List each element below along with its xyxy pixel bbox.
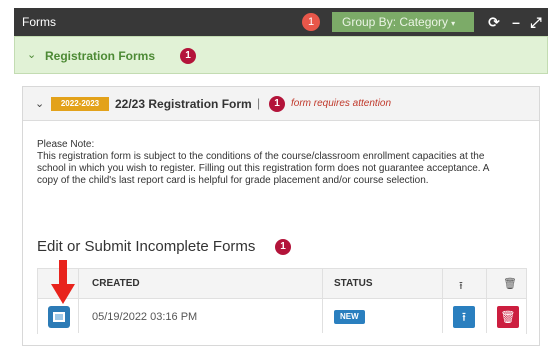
registration-note: Please Note: This registration form is s…	[37, 139, 507, 187]
form-title: 22/23 Registration Form	[115, 97, 252, 111]
group-by-dropdown[interactable]: Group By: Category ▾	[332, 12, 474, 32]
created-column-header[interactable]: CREATED	[92, 278, 140, 289]
trash-icon: 🗑	[500, 310, 516, 324]
expand-icon[interactable]: ⤢	[528, 11, 544, 33]
form-sheet-icon	[53, 312, 65, 322]
attention-text: form requires attention	[291, 98, 392, 109]
column-divider	[322, 269, 323, 333]
edit-form-button[interactable]	[48, 306, 70, 328]
incomplete-forms-table: CREATED STATUS ⭱ 🗑 05/19/2022 03:16 PM N…	[37, 268, 527, 334]
year-tag: 2022-2023	[51, 97, 109, 111]
note-body: This registration form is subject to the…	[37, 151, 489, 186]
status-badge: NEW	[334, 310, 365, 324]
upload-button[interactable]: ⭱	[453, 306, 475, 328]
column-divider	[442, 269, 443, 333]
forms-header-bar: Forms 1 Group By: Category ▾ ⟳ – ⤢	[14, 8, 548, 36]
red-arrow-annotation	[51, 260, 75, 304]
upload-icon: ⭱	[461, 310, 467, 324]
chevron-down-icon: ⌄	[35, 98, 45, 110]
delete-button[interactable]: 🗑	[497, 306, 519, 328]
section-title: Registration Forms	[45, 49, 156, 63]
trash-header-icon: 🗑	[503, 278, 517, 290]
minimize-icon[interactable]: –	[508, 11, 524, 33]
forms-title: Forms	[22, 15, 56, 29]
upload-header-icon: ⭱	[459, 280, 463, 292]
group-by-label: Group By: Category	[342, 15, 449, 29]
registration-forms-section[interactable]: ⌄ Registration Forms 1	[14, 36, 548, 74]
section-count-badge: 1	[180, 48, 196, 64]
incomplete-forms-title: Edit or Submit Incomplete Forms	[37, 238, 256, 255]
incomplete-count-badge: 1	[275, 239, 291, 255]
table-row: 05/19/2022 03:16 PM NEW ⭱ 🗑	[38, 300, 526, 334]
column-divider	[486, 269, 487, 333]
form-card-header[interactable]: ⌄ 2022-2023 22/23 Registration Form | 1 …	[23, 87, 539, 121]
refresh-icon[interactable]: ⟳	[486, 11, 502, 33]
created-date: 05/19/2022 03:16 PM	[92, 311, 198, 323]
chevron-down-icon: ⌄	[27, 49, 37, 61]
table-header-row: CREATED STATUS ⭱ 🗑	[38, 269, 526, 299]
forms-count-badge: 1	[302, 13, 320, 31]
registration-form-card: ⌄ 2022-2023 22/23 Registration Form | 1 …	[22, 86, 540, 346]
note-heading: Please Note:	[37, 139, 95, 150]
caret-down-icon: ▾	[451, 19, 456, 28]
separator: |	[257, 96, 261, 110]
status-column-header[interactable]: STATUS	[334, 278, 373, 289]
column-divider	[78, 269, 79, 333]
attention-count-badge: 1	[269, 96, 285, 112]
